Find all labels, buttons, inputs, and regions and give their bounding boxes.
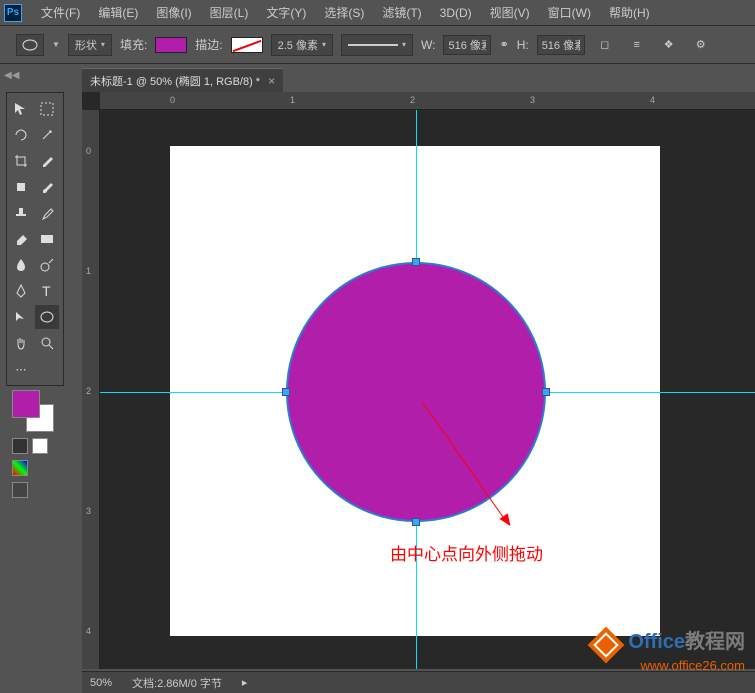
zoom-tool[interactable] [35, 331, 59, 355]
brush-tool[interactable] [35, 175, 59, 199]
more-tools-icon[interactable]: ⋯ [9, 357, 33, 381]
annotation-text: 由中心点向外侧拖动 [390, 540, 543, 565]
document-tab[interactable]: 未标题-1 @ 50% (椭圆 1, RGB/8) * × [82, 68, 283, 93]
foreground-color-swatch[interactable] [12, 390, 40, 418]
arrange-icon[interactable]: ❖ [657, 34, 681, 56]
menu-image[interactable]: 图像(I) [147, 0, 200, 25]
ruler-tick: 3 [530, 95, 535, 105]
color-picker[interactable] [12, 390, 54, 432]
path-operations-icon[interactable]: ◻ [593, 34, 617, 56]
shape-mode-dropdown[interactable]: 形状 ▾ [68, 34, 112, 56]
menu-select[interactable]: 选择(S) [315, 0, 373, 25]
path-handle[interactable] [282, 388, 290, 396]
type-tool[interactable]: T [35, 279, 59, 303]
ruler-tick: 1 [290, 95, 295, 105]
eyedropper-tool[interactable] [35, 149, 59, 173]
collapse-arrow-icon[interactable]: ◀◀ [4, 70, 19, 81]
chevron-down-icon: ▾ [322, 40, 326, 49]
menu-layer[interactable]: 图层(L) [201, 0, 258, 25]
move-tool[interactable] [9, 97, 33, 121]
app-logo: Ps [4, 4, 22, 22]
pen-tool[interactable] [9, 279, 33, 303]
stroke-width-value: 2.5 像素 [278, 37, 318, 53]
svg-text:T: T [42, 283, 51, 299]
menu-filter[interactable]: 滤镜(T) [373, 0, 430, 25]
quick-select-tool[interactable] [35, 123, 59, 147]
close-icon[interactable]: × [268, 74, 275, 88]
ruler-tick: 1 [86, 266, 91, 276]
path-select-tool[interactable] [9, 305, 33, 329]
history-brush-tool[interactable] [35, 201, 59, 225]
width-label: W: [421, 38, 435, 52]
ruler-tick: 3 [86, 506, 91, 516]
dodge-tool[interactable] [35, 253, 59, 277]
menu-file[interactable]: 文件(F) [32, 0, 89, 25]
ruler-tick: 2 [86, 386, 91, 396]
ellipse-tool[interactable] [35, 305, 59, 329]
path-handle[interactable] [542, 388, 550, 396]
line-icon [348, 44, 398, 46]
hand-tool[interactable] [9, 331, 33, 355]
zoom-level[interactable]: 50% [90, 677, 112, 689]
path-handle[interactable] [412, 518, 420, 526]
marquee-tool[interactable] [35, 97, 59, 121]
quick-mask-icon[interactable] [12, 438, 28, 454]
lasso-tool[interactable] [9, 123, 33, 147]
viewport[interactable]: 由中心点向外侧拖动 [100, 110, 755, 669]
doc-info[interactable]: 文档:2.86M/0 字节 [132, 675, 222, 691]
tool-preset-icon[interactable] [16, 34, 44, 56]
screen-mode-button[interactable] [12, 482, 28, 498]
ruler-tick: 4 [650, 95, 655, 105]
gear-icon[interactable]: ⚙ [689, 34, 713, 56]
fill-color-swatch[interactable] [155, 37, 187, 53]
color-panel [6, 390, 64, 498]
crop-tool[interactable] [9, 149, 33, 173]
tools-panel: T ⋯ [6, 92, 64, 386]
link-icon[interactable]: ⚭ [499, 38, 508, 51]
chevron-down-icon: ▾ [101, 40, 105, 49]
stroke-label: 描边: [195, 36, 222, 53]
menu-type[interactable]: 文字(Y) [257, 0, 315, 25]
ellipse-shape[interactable] [286, 262, 546, 522]
fill-label: 填充: [120, 36, 147, 53]
stroke-color-swatch[interactable] [231, 37, 263, 53]
ruler-tick: 4 [86, 626, 91, 636]
width-input[interactable] [443, 35, 491, 55]
stroke-style-dropdown[interactable]: ▾ [341, 34, 413, 56]
gradient-tool[interactable] [35, 227, 59, 251]
path-handle[interactable] [412, 258, 420, 266]
screen-mode-icon[interactable] [32, 438, 48, 454]
blur-tool[interactable] [9, 253, 33, 277]
healing-tool[interactable] [9, 175, 33, 199]
tab-title: 未标题-1 @ 50% (椭圆 1, RGB/8) * [90, 73, 260, 89]
menu-window[interactable]: 窗口(W) [539, 0, 600, 25]
options-bar: ▼ 形状 ▾ 填充: 描边: 2.5 像素 ▾ ▾ W: ⚭ H: ◻ ≡ ❖ … [0, 26, 755, 64]
ruler-horizontal[interactable]: 0 1 2 3 4 [100, 92, 755, 110]
height-input[interactable] [537, 35, 585, 55]
menu-bar: Ps 文件(F) 编辑(E) 图像(I) 图层(L) 文字(Y) 选择(S) 滤… [0, 0, 755, 26]
menu-help[interactable]: 帮助(H) [600, 0, 659, 25]
stamp-tool[interactable] [9, 201, 33, 225]
swatch-icon[interactable] [12, 460, 28, 476]
stroke-width-input[interactable]: 2.5 像素 ▾ [271, 34, 333, 56]
menu-edit[interactable]: 编辑(E) [89, 0, 147, 25]
menu-view[interactable]: 视图(V) [481, 0, 539, 25]
eraser-tool[interactable] [9, 227, 33, 251]
shape-mode-label: 形状 [75, 37, 97, 53]
align-icon[interactable]: ≡ [625, 34, 649, 56]
canvas-area: 0 1 2 3 4 0 1 2 3 4 由中心点向外侧拖动 [82, 92, 755, 669]
chevron-down-icon[interactable]: ▼ [52, 40, 60, 49]
ruler-tick: 0 [86, 146, 91, 156]
ruler-tick: 2 [410, 95, 415, 105]
chevron-down-icon: ▾ [402, 40, 406, 49]
height-label: H: [517, 38, 529, 52]
document-tab-bar: 未标题-1 @ 50% (椭圆 1, RGB/8) * × [82, 68, 283, 92]
chevron-right-icon[interactable]: ▸ [242, 676, 248, 689]
menu-3d[interactable]: 3D(D) [431, 2, 481, 24]
ruler-vertical[interactable]: 0 1 2 3 4 [82, 110, 100, 669]
status-bar: 50% 文档:2.86M/0 字节 ▸ [82, 671, 755, 693]
ruler-tick: 0 [170, 95, 175, 105]
